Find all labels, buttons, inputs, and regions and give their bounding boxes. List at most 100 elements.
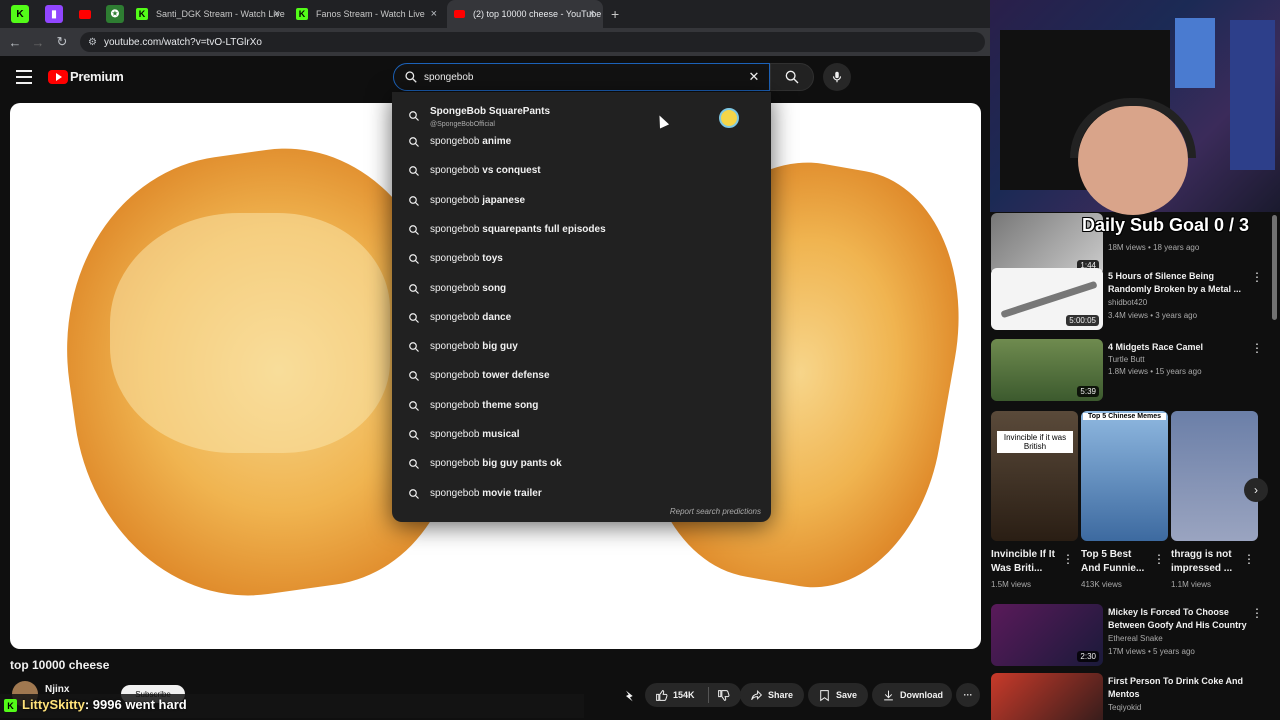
video-thumbnail[interactable]: 5:00:05 [991, 268, 1103, 330]
microphone-icon [832, 71, 842, 83]
suggestion-item[interactable]: spongebob theme song [392, 391, 771, 420]
short-thumbnail-0[interactable]: Invincible if it was British [991, 411, 1078, 541]
scrollbar[interactable] [1272, 215, 1277, 320]
more-actions-button[interactable]: ··· [956, 683, 980, 707]
short-title[interactable]: thragg is not impressed ... [1171, 548, 1243, 576]
video-thumbnail[interactable] [991, 673, 1103, 720]
tab-youtube-cheese[interactable]: (2) top 10000 cheese - YouTube × [447, 0, 603, 28]
rec-video-1[interactable]: 5:00:05 5 Hours of Silence Being Randoml… [991, 268, 1280, 332]
download-icon [884, 690, 893, 700]
suggestion-item[interactable]: spongebob big guy pants ok [392, 449, 771, 478]
kick-tab-icon[interactable]: K [11, 5, 29, 23]
webcam-poster [1175, 18, 1215, 88]
save-label: Save [836, 690, 858, 700]
rec-video-2[interactable]: 5:39 4 Midgets Race Camel Turtle Butt 1.… [991, 339, 1280, 403]
suggestion-item[interactable]: spongebob squarepants full episodes [392, 215, 771, 244]
save-button[interactable]: Save [808, 683, 868, 707]
download-button[interactable]: Download [872, 683, 952, 707]
search-box: ✕ [393, 63, 770, 91]
short-title[interactable]: Invincible If It Was Briti... [991, 548, 1063, 576]
kebab-menu-icon[interactable]: ⋮ [1062, 552, 1074, 566]
suggestion-completion: musical [482, 429, 520, 440]
suggestion-completion: anime [482, 136, 512, 147]
suggestion-completion: japanese [482, 194, 526, 206]
hamburger-menu-icon[interactable] [16, 70, 32, 84]
kebab-menu-icon[interactable]: ⋮ [1243, 552, 1255, 566]
close-tab-icon[interactable]: × [274, 8, 280, 20]
suggestion-item[interactable]: spongebob japanese [392, 186, 771, 215]
twitch-tab-icon[interactable]: ▮ [45, 5, 63, 23]
suggestion-prefix: spongebob [430, 194, 483, 206]
suggestion-item[interactable]: spongebob song [392, 274, 771, 303]
suggestion-item[interactable]: spongebob musical [392, 420, 771, 449]
clip-icon[interactable] [622, 688, 638, 709]
rec-title[interactable]: 4 Midgets Race Camel [1108, 341, 1248, 354]
share-button[interactable]: Share [740, 683, 804, 707]
logo-text: Premium [70, 69, 124, 84]
suggestion-item[interactable]: spongebob vs conquest [392, 156, 771, 185]
suggestion-item[interactable]: spongebob tower defense [392, 361, 771, 390]
short-title[interactable]: Top 5 Best And Funnie... [1081, 548, 1153, 576]
rec-channel[interactable]: Turtle Butt [1108, 355, 1145, 364]
report-predictions-link[interactable]: Report search predictions [670, 507, 761, 516]
forward-icon[interactable]: → [28, 32, 48, 52]
suggestion-item[interactable]: spongebob big guy [392, 332, 771, 361]
new-tab-button[interactable]: + [605, 0, 629, 28]
extension-tab-icon[interactable]: ✪ [106, 5, 124, 23]
chat-text: : 9996 went hard [84, 697, 187, 712]
rec-video-3[interactable]: 2:30 Mickey Is Forced To Choose Between … [991, 604, 1280, 668]
like-icon[interactable] [655, 689, 668, 702]
video-thumbnail[interactable]: 5:39 [991, 339, 1103, 401]
search-input[interactable] [424, 68, 744, 86]
suggestion-item[interactable]: spongebob anime [392, 127, 771, 156]
voice-search-button[interactable] [823, 63, 851, 91]
shorts-next-button[interactable]: › [1244, 478, 1268, 502]
short-thumbnail-1[interactable]: Top 5 Chinese Memes [1081, 411, 1168, 541]
webcam-poster [1230, 20, 1275, 170]
suggestion-text: spongebob squarepants full episodes [430, 224, 606, 235]
back-icon[interactable]: ← [5, 32, 25, 52]
rec-video-4[interactable]: First Person To Drink Coke And Mentos Te… [991, 673, 1280, 720]
site-info-icon[interactable]: ⚙ [88, 37, 97, 48]
tab-fanos-stream[interactable]: K Fanos Stream - Watch Live on Kick × [290, 0, 445, 28]
search-icon [409, 400, 419, 411]
suggestion-completion: big guy [482, 341, 518, 353]
suggestion-text: spongebob toys [430, 253, 503, 264]
recommendations-panel: 1:44 18M views • 18 years ago 5:00:05 5 … [990, 0, 1280, 720]
kebab-menu-icon[interactable]: ⋮ [1251, 606, 1263, 620]
address-bar[interactable]: ⚙ youtube.com/watch?v=tvO-LTGlrXo [80, 32, 985, 52]
reload-icon[interactable]: ↻ [52, 32, 72, 52]
kebab-menu-icon[interactable]: ⋮ [1251, 270, 1263, 284]
tab-title: Fanos Stream - Watch Live on Kick [316, 9, 426, 19]
search-icon [409, 430, 419, 440]
short-views: 1.1M views [1171, 580, 1212, 589]
kebab-menu-icon[interactable]: ⋮ [1153, 552, 1165, 566]
rec-channel[interactable]: shidbot420 [1108, 298, 1147, 307]
tab-santi-stream[interactable]: K Santi_DGK Stream - Watch Live × [130, 0, 288, 28]
tab-title: Santi_DGK Stream - Watch Live [156, 9, 285, 19]
youtube-tab-icon[interactable] [76, 5, 94, 23]
search-button[interactable] [770, 63, 814, 91]
search-icon [409, 137, 419, 147]
video-thumbnail[interactable]: 2:30 [991, 604, 1103, 666]
close-tab-icon[interactable]: × [589, 8, 595, 20]
suggestion-prefix: spongebob [430, 399, 483, 411]
like-dislike-group: 154K [645, 683, 741, 707]
dislike-icon[interactable] [717, 689, 730, 702]
short-thumbnail-2[interactable] [1171, 411, 1258, 541]
suggestion-item[interactable]: spongebob toys [392, 244, 771, 273]
kebab-menu-icon[interactable]: ⋮ [1251, 341, 1263, 355]
youtube-premium-logo[interactable]: Premium [48, 69, 124, 84]
rec-title[interactable]: 5 Hours of Silence Being Randomly Broken… [1108, 270, 1248, 296]
rec-channel[interactable]: Teqiyokid [1108, 703, 1141, 712]
suggestion-item[interactable]: spongebob movie trailer [392, 479, 771, 508]
rec-title[interactable]: Mickey Is Forced To Choose Between Goofy… [1108, 606, 1248, 632]
rec-title[interactable]: First Person To Drink Coke And Mentos [1108, 675, 1248, 701]
search-icon [409, 283, 419, 294]
close-tab-icon[interactable]: × [431, 8, 437, 20]
like-count[interactable]: 154K [673, 690, 695, 700]
suggestion-completion: song [482, 282, 507, 294]
suggestion-item[interactable]: spongebob dance [392, 303, 771, 332]
rec-channel[interactable]: Ethereal Snake [1108, 634, 1163, 643]
clear-search-button[interactable]: ✕ [745, 68, 763, 86]
